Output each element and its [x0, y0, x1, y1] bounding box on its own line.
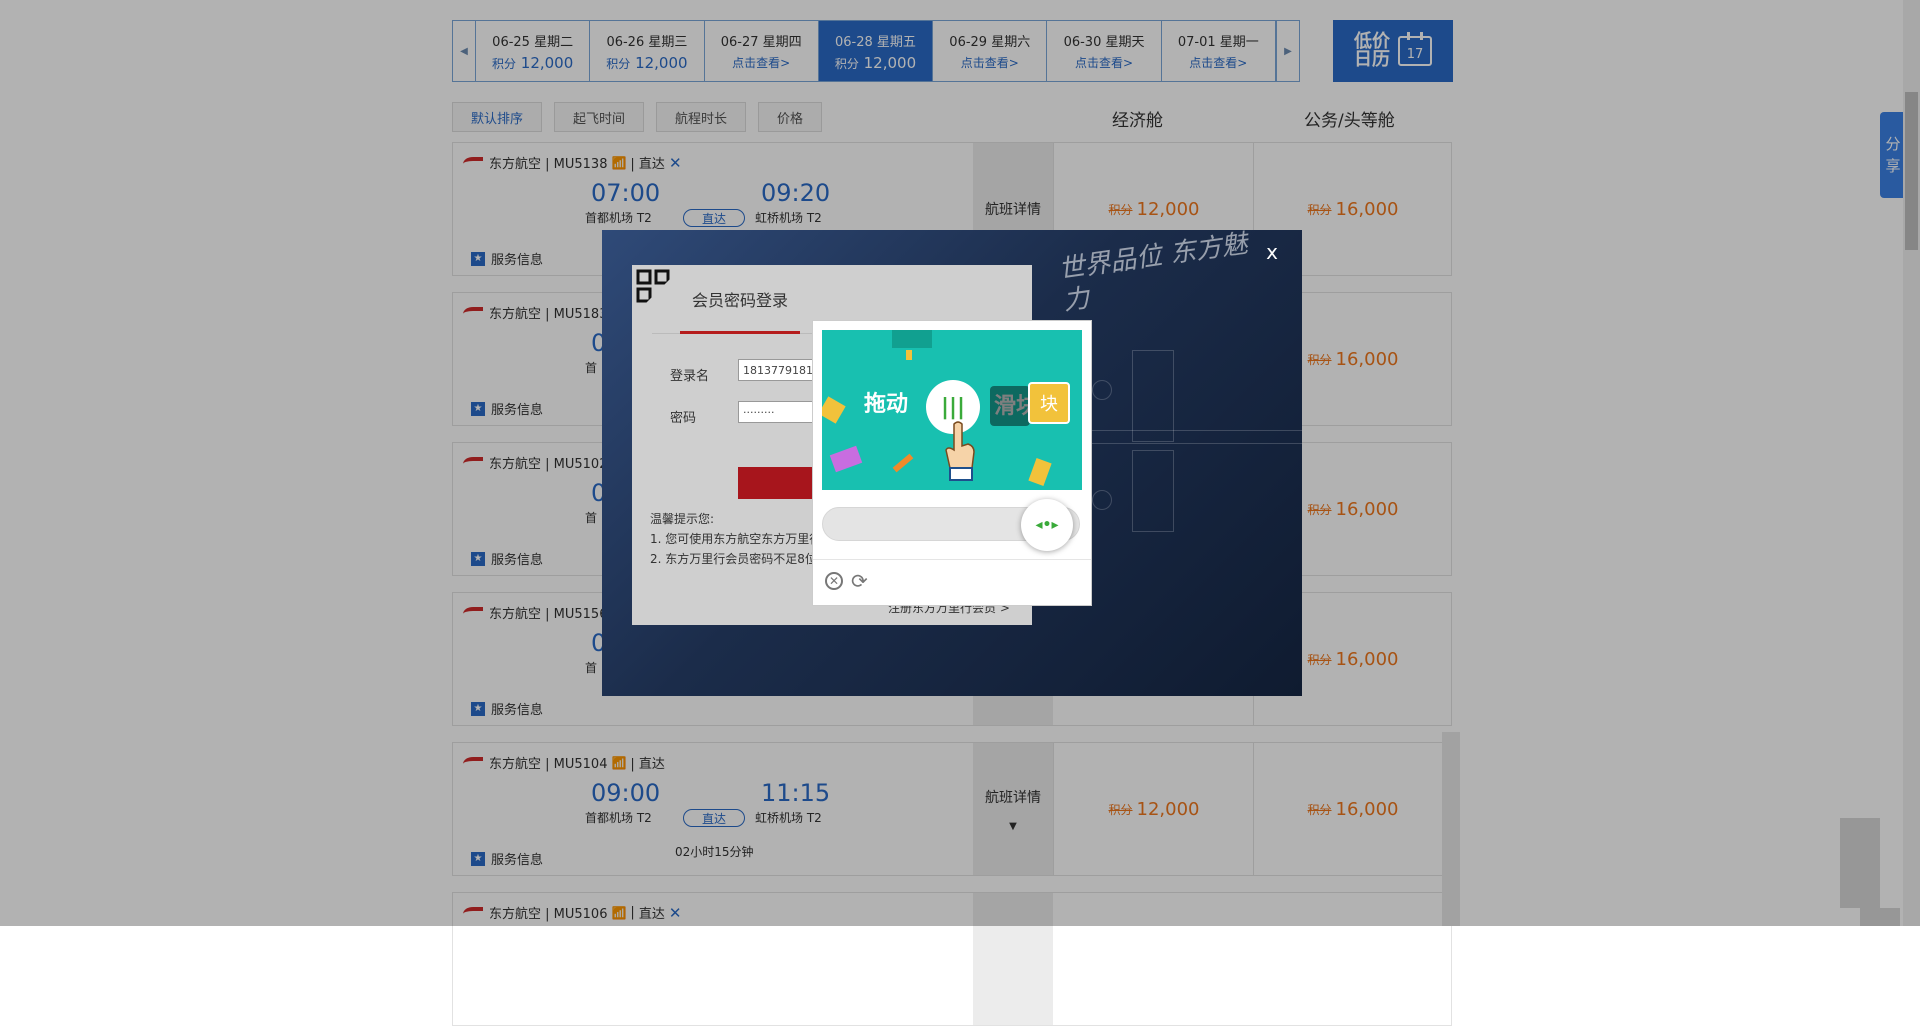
- puzzle-target-slot: [990, 386, 1030, 426]
- qr-code-icon[interactable]: [632, 265, 684, 317]
- username-label: 登录名: [670, 369, 710, 384]
- captcha-controls: ✕ ⟳: [825, 571, 871, 591]
- close-icon[interactable]: ✕: [825, 572, 843, 590]
- tip-item: 1. 您可使用东方航空东方万里行: [650, 532, 822, 546]
- decor-shape: [892, 330, 932, 348]
- hand-pointer-icon: [945, 421, 975, 481]
- drag-hint-text: 拖动: [864, 392, 909, 417]
- login-tips: 温馨提示您: 1. 您可使用东方航空东方万里行 2. 东方万里行会员密码不足8位: [650, 509, 821, 569]
- close-modal-button[interactable]: x: [1266, 240, 1278, 264]
- password-label: 密码: [670, 411, 697, 426]
- decor-shape: [822, 396, 846, 424]
- page: ◀ 06-25 星期二 积分 12,000 06-26 星期三 积分 12,00…: [0, 0, 1920, 1026]
- decor-shape: [906, 350, 912, 360]
- refresh-icon[interactable]: ⟳: [851, 571, 871, 591]
- login-tab[interactable]: 会员密码登录: [692, 287, 788, 311]
- captcha-divider: [813, 559, 1091, 560]
- slider-handle[interactable]: ◂•▸: [1021, 499, 1073, 551]
- login-button[interactable]: [738, 467, 818, 499]
- tab-active-underline: [680, 331, 800, 334]
- username-input[interactable]: 18137791813: [738, 359, 818, 381]
- tip-item: 2. 东方万里行会员密码不足8位: [650, 552, 817, 566]
- password-input[interactable]: ·········: [738, 401, 818, 423]
- captcha-image: 拖动 ||| 滑块 块: [822, 330, 1082, 490]
- decor-shape: [892, 453, 914, 473]
- tips-title: 温馨提示您:: [650, 512, 715, 526]
- decor-shape: [829, 445, 863, 473]
- slider-captcha: 拖动 ||| 滑块 块 ◂•▸ ✕ ⟳: [812, 320, 1092, 606]
- puzzle-piece: 块: [1028, 382, 1070, 424]
- decor-shape: [1028, 457, 1052, 487]
